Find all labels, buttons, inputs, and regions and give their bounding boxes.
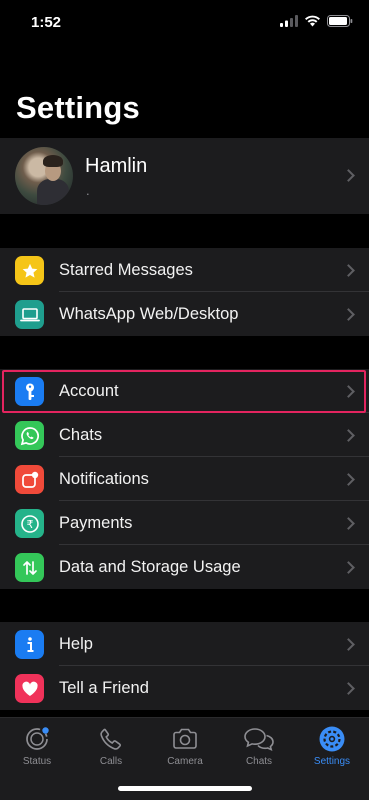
chevron-right-icon [342,517,355,530]
row-label: WhatsApp Web/Desktop [59,305,239,323]
tab-label: Settings [313,756,351,767]
phone-icon [100,728,122,750]
tab-label: Chats [245,756,273,767]
chevron-right-icon [342,561,355,574]
row-help[interactable]: Help [0,622,369,666]
camera-icon [173,728,197,749]
tab-camera[interactable]: Camera [148,722,222,767]
chevron-right-icon [342,308,355,321]
status-time: 1:52 [31,14,62,31]
row-label: Payments [59,514,133,532]
highlight-box [2,370,366,413]
laptop-icon [15,300,44,329]
svg-text:₹: ₹ [26,518,33,531]
settings-group-bottom: Help Tell a Friend [0,622,369,710]
status-icon [26,727,49,750]
tab-label: Calls [99,756,123,767]
whatsapp-icon [15,421,44,450]
info-icon [15,630,44,659]
wifi-icon [305,15,320,27]
tab-chats[interactable]: Chats [222,722,296,767]
tab-status[interactable]: Status [0,722,74,767]
status-bar: 1:52 [0,0,369,44]
row-chats[interactable]: Chats [0,413,369,457]
row-label: Starred Messages [59,261,193,279]
chevron-right-icon [342,638,355,651]
profile-row[interactable]: Hamlin . [0,138,369,214]
tab-calls[interactable]: Calls [74,722,148,767]
home-indicator [118,786,252,791]
profile-status: . [86,183,90,198]
tab-settings[interactable]: Settings [295,722,369,767]
row-label: Notifications [59,470,149,488]
chevron-right-icon [342,682,355,695]
battery-icon [327,15,353,27]
chevron-right-icon [342,169,355,182]
row-data-storage[interactable]: Data and Storage Usage [0,545,369,589]
tab-label: Camera [167,756,203,767]
tab-label: Status [22,756,52,767]
settings-group-top: Starred Messages WhatsApp Web/Desktop [0,248,369,336]
row-label: Data and Storage Usage [59,558,241,576]
avatar [15,147,73,205]
cellular-signal-icon [280,15,298,27]
row-label: Help [59,635,93,653]
rupee-icon: ₹ [15,509,44,538]
row-payments[interactable]: ₹ Payments [0,501,369,545]
row-label: Tell a Friend [59,679,149,697]
settings-gear-icon [319,726,345,752]
chevron-right-icon [342,264,355,277]
notification-badge-icon [15,465,44,494]
up-down-arrows-icon [15,553,44,582]
chevron-right-icon [342,429,355,442]
chevron-right-icon [342,473,355,486]
star-icon [15,256,44,285]
heart-icon [15,674,44,703]
chat-bubbles-icon [244,728,274,752]
row-tell-a-friend[interactable]: Tell a Friend [0,666,369,710]
profile-name: Hamlin [85,155,148,177]
row-starred-messages[interactable]: Starred Messages [0,248,369,292]
status-icons [280,15,353,27]
row-whatsapp-web[interactable]: WhatsApp Web/Desktop [0,292,369,336]
row-notifications[interactable]: Notifications [0,457,369,501]
row-label: Chats [59,426,103,444]
page-title: Settings [16,90,140,125]
